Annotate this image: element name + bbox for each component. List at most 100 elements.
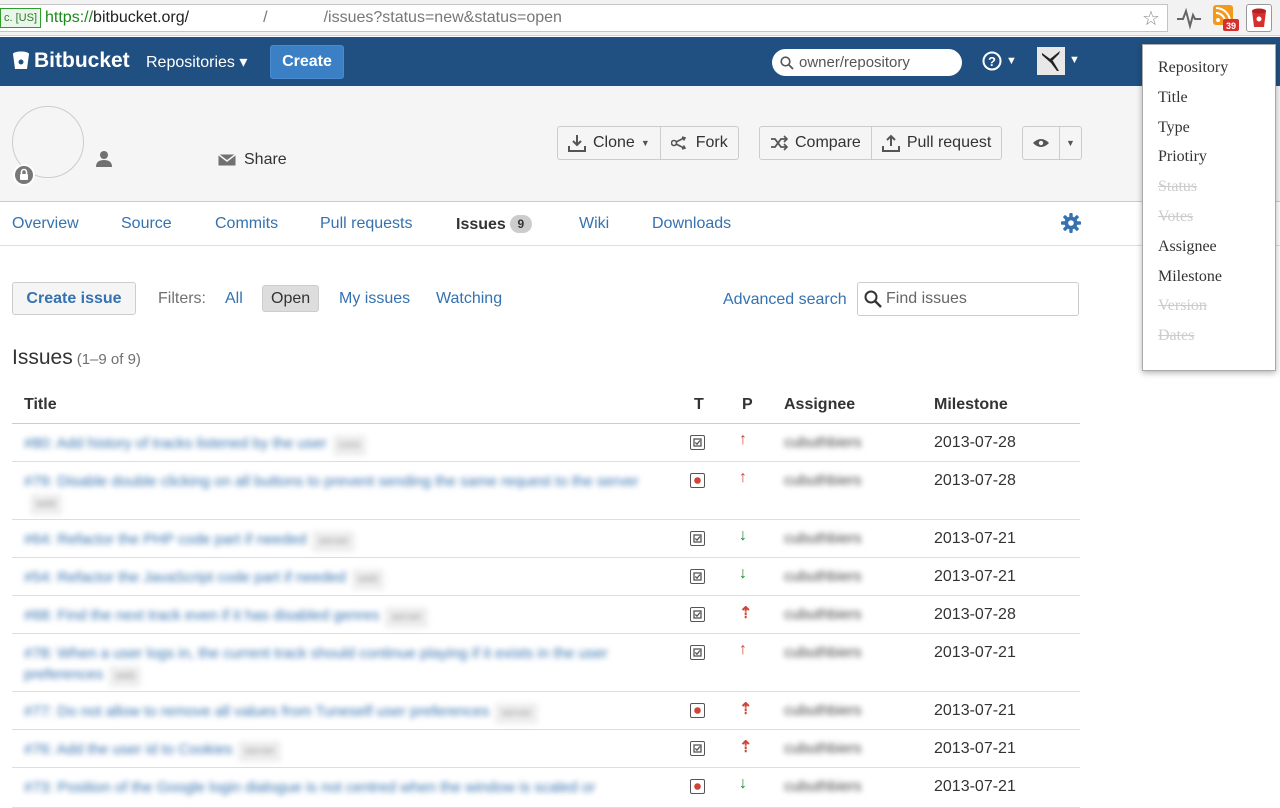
column-milestone[interactable]: Milestone: [934, 396, 1008, 414]
component-tag: web: [351, 569, 385, 590]
column-option-dates[interactable]: Dates: [1158, 327, 1194, 345]
column-priority[interactable]: P: [742, 396, 753, 414]
issue-title-link[interactable]: #77: Do not allow to remove all values f…: [24, 701, 654, 724]
bitbucket-extension-button[interactable]: [1246, 4, 1272, 32]
issue-title-link[interactable]: #64: Refactor the PHP code part if neede…: [24, 529, 654, 552]
chevron-down-icon[interactable]: ▼: [1069, 54, 1080, 66]
filter-my-issues[interactable]: My issues: [339, 290, 410, 308]
issue-title-link[interactable]: #68: Find the next track even if it has …: [24, 605, 654, 628]
issue-assignee[interactable]: cubuthbiers: [784, 472, 862, 489]
tab-pull-requests[interactable]: Pull requests: [320, 215, 413, 233]
column-type[interactable]: T: [694, 396, 704, 414]
bitbucket-bucket-icon: [1252, 8, 1266, 27]
bitbucket-logo[interactable]: Bitbucket: [12, 49, 130, 73]
issue-assignee[interactable]: cubuthbiers: [784, 644, 862, 661]
repo-search-input[interactable]: owner/repository: [772, 49, 962, 76]
table-row[interactable]: #76: Add the user id to Cookies server ⇡ cu…: [12, 730, 1080, 768]
repo-search-placeholder: owner/repository: [799, 54, 910, 71]
eye-icon: [1033, 139, 1049, 147]
issue-assignee[interactable]: cubuthbiers: [784, 606, 862, 623]
table-row[interactable]: #77: Do not allow to remove all values f…: [12, 692, 1080, 730]
filter-watching[interactable]: Watching: [436, 290, 502, 308]
fork-label: Fork: [695, 134, 728, 151]
filter-all[interactable]: All: [225, 290, 243, 308]
critical-arrow-up-icon: ⇡: [739, 605, 753, 622]
table-row[interactable]: #80: Add history of tracks listened by t…: [12, 424, 1080, 462]
bookmark-star-icon[interactable]: ☆: [1142, 6, 1160, 31]
ev-certificate-badge[interactable]: c. [US]: [0, 8, 42, 28]
table-row[interactable]: #73: Position of the Google login dialog…: [12, 768, 1080, 808]
watch-button[interactable]: [1023, 127, 1060, 159]
column-option-version[interactable]: Version: [1158, 297, 1207, 315]
column-option-milestone[interactable]: Milestone: [1158, 268, 1222, 286]
issue-assignee[interactable]: cubuthbiers: [784, 702, 862, 719]
settings-gear-icon[interactable]: [1060, 212, 1082, 234]
enhancement-type-icon: [690, 531, 705, 546]
repositories-menu[interactable]: Repositories ▾: [146, 52, 247, 72]
filter-open[interactable]: Open: [262, 285, 320, 312]
tab-downloads[interactable]: Downloads: [652, 215, 731, 233]
column-option-status[interactable]: Status: [1158, 178, 1197, 196]
url-path: /issues?status=new&status=open: [323, 9, 562, 26]
table-row[interactable]: #68: Find the next track even if it has …: [12, 596, 1080, 634]
enhancement-type-icon: [690, 607, 705, 622]
column-option-repository[interactable]: Repository: [1158, 59, 1228, 77]
watch-dropdown[interactable]: ▼: [1060, 127, 1081, 159]
column-option-votes[interactable]: Votes: [1158, 208, 1193, 226]
pulse-extension-icon[interactable]: [1176, 6, 1202, 30]
share-button[interactable]: Share: [218, 151, 287, 169]
create-button[interactable]: Create: [270, 45, 344, 79]
issue-title-link[interactable]: #76: Add the user id to Cookies server: [24, 739, 654, 762]
create-issue-button[interactable]: Create issue: [12, 282, 136, 315]
tab-overview[interactable]: Overview: [12, 215, 79, 233]
issue-title-link[interactable]: #80: Add history of tracks listened by t…: [24, 433, 654, 456]
issue-title-link[interactable]: #73: Position of the Google login dialog…: [24, 777, 654, 798]
issue-milestone: 2013-07-21: [934, 740, 1016, 757]
enhancement-type-icon: [690, 741, 705, 756]
search-icon: [780, 55, 794, 70]
compare-pr-group: Compare Pull request: [759, 126, 1003, 160]
column-option-type[interactable]: Type: [1158, 119, 1190, 137]
find-issues-input[interactable]: Find issues: [857, 282, 1079, 316]
pull-request-button[interactable]: Pull request: [872, 127, 1002, 159]
table-row[interactable]: #78: When a user logs in, the current tr…: [12, 634, 1080, 692]
issue-assignee[interactable]: cubuthbiers: [784, 434, 862, 451]
clone-button[interactable]: Clone ▼: [558, 127, 661, 159]
issue-title-link[interactable]: #79: Disable double clicking on all butt…: [24, 471, 654, 515]
issue-assignee[interactable]: cubuthbiers: [784, 778, 862, 795]
search-icon: [864, 290, 882, 308]
tab-issues-label: Issues: [456, 216, 506, 233]
advanced-search-link[interactable]: Advanced search: [723, 291, 847, 309]
tab-wiki[interactable]: Wiki: [579, 215, 609, 233]
compare-button[interactable]: Compare: [760, 127, 872, 159]
tab-source[interactable]: Source: [121, 215, 172, 233]
issue-assignee[interactable]: cubuthbiers: [784, 740, 862, 757]
help-menu[interactable]: ? ▼: [982, 51, 1017, 71]
lock-icon: [13, 164, 35, 186]
user-icon[interactable]: [95, 150, 113, 168]
bug-type-icon: [690, 473, 705, 488]
rss-extension-icon[interactable]: 39: [1212, 4, 1240, 32]
issue-title-link[interactable]: #78: When a user logs in, the current tr…: [24, 643, 654, 687]
column-assignee[interactable]: Assignee: [784, 396, 855, 414]
table-row[interactable]: #64: Refactor the PHP code part if neede…: [12, 520, 1080, 558]
issue-assignee[interactable]: cubuthbiers: [784, 530, 862, 547]
issue-milestone: 2013-07-21: [934, 702, 1016, 719]
address-bar[interactable]: c. [US] https:// bitbucket.org/ / /issue…: [0, 4, 1168, 32]
user-avatar[interactable]: [1037, 47, 1065, 75]
column-option-assignee[interactable]: Assignee: [1158, 238, 1217, 256]
enhancement-type-icon: [690, 569, 705, 584]
tab-issues[interactable]: Issues 9: [456, 215, 532, 234]
column-option-title[interactable]: Title: [1158, 89, 1188, 107]
table-row[interactable]: #54: Refactor the JavaScript code part i…: [12, 558, 1080, 596]
enhancement-type-icon: [690, 435, 705, 450]
tab-commits[interactable]: Commits: [215, 215, 278, 233]
issue-assignee[interactable]: cubuthbiers: [784, 568, 862, 585]
chevron-down-icon: ▼: [1006, 55, 1017, 67]
issue-title-link[interactable]: #54: Refactor the JavaScript code part i…: [24, 567, 654, 590]
table-row[interactable]: #79: Disable double clicking on all butt…: [12, 462, 1080, 520]
browser-toolbar: c. [US] https:// bitbucket.org/ / /issue…: [0, 0, 1280, 36]
column-title[interactable]: Title: [24, 396, 57, 414]
column-option-priotiry[interactable]: Priotiry: [1158, 148, 1207, 166]
fork-button[interactable]: Fork: [661, 127, 738, 159]
